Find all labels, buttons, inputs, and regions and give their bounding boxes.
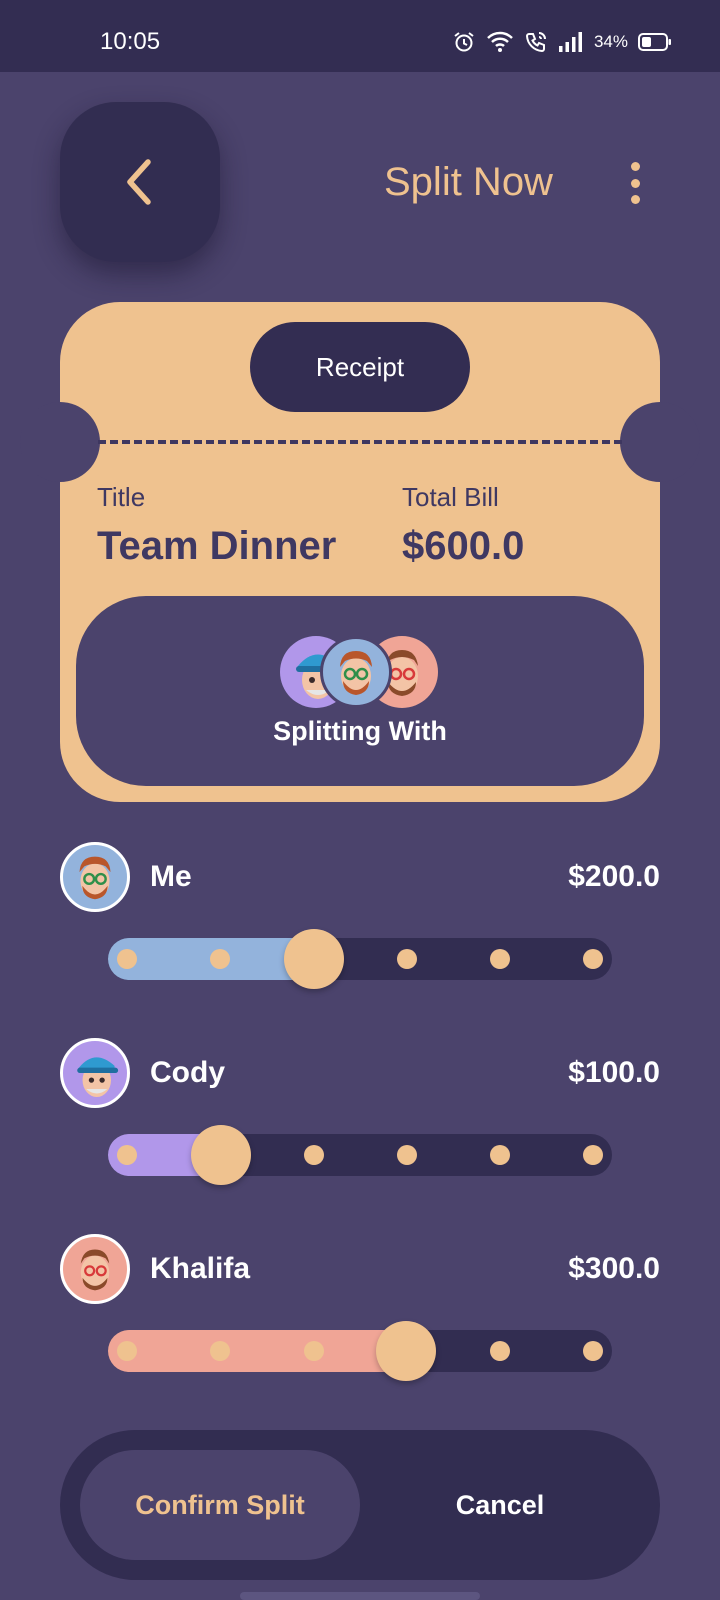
slider-step-dot — [490, 1341, 510, 1361]
signal-icon — [558, 32, 582, 52]
slider-step-dot — [117, 949, 137, 969]
wifi-icon — [487, 31, 513, 52]
avatar-stack — [280, 636, 440, 708]
cancel-button[interactable]: Cancel — [360, 1450, 640, 1560]
chevron-left-icon — [127, 159, 151, 205]
participant-row-cody: Cody $100.0 — [60, 1038, 660, 1188]
ticket-notch-left — [20, 402, 100, 482]
back-button[interactable] — [60, 102, 220, 262]
share-slider-khalifa[interactable] — [108, 1321, 612, 1381]
slider-step-dot — [397, 949, 417, 969]
slider-thumb[interactable] — [283, 929, 344, 989]
splitting-with-panel[interactable]: Splitting With — [76, 596, 644, 786]
avatar-khalifa — [60, 1234, 130, 1304]
title-value: Team Dinner — [97, 524, 337, 568]
slider-step-dot — [583, 949, 603, 969]
slider-thumb[interactable] — [376, 1321, 437, 1381]
dashed-divider — [98, 440, 622, 444]
more-menu-button[interactable] — [620, 162, 650, 204]
slider-step-dot — [304, 1145, 324, 1165]
participant-name: Me — [150, 860, 192, 893]
alarm-icon — [454, 32, 474, 52]
slider-step-dot — [490, 949, 510, 969]
slider-step-dot — [117, 1341, 137, 1361]
slider-step-dot — [210, 949, 230, 969]
total-bill-value: $600.0 — [402, 524, 525, 568]
participant-row-khalifa: Khalifa $300.0 — [60, 1234, 660, 1384]
battery-icon — [638, 33, 671, 51]
receipt-card: Receipt Title Team Dinner Total Bill $60… — [20, 302, 700, 802]
slider-step-dot — [583, 1145, 603, 1165]
slider-step-dot — [397, 1145, 417, 1165]
battery-percentage: 34% — [593, 32, 628, 51]
participant-amount: $300.0 — [568, 1252, 660, 1285]
status-icons: 34% — [452, 30, 672, 54]
receipt-tab[interactable]: Receipt — [250, 322, 470, 412]
total-bill-label: Total Bill — [402, 482, 499, 512]
more-vertical-icon — [630, 162, 640, 171]
slider-step-dot — [117, 1145, 137, 1165]
participant-amount: $100.0 — [568, 1056, 660, 1089]
splitting-with-label: Splitting With — [273, 716, 447, 746]
confirm-split-button[interactable]: Confirm Split — [80, 1450, 360, 1560]
ticket-notch-right — [620, 402, 700, 482]
share-slider-me[interactable] — [108, 929, 612, 989]
slider-step-dot — [583, 1341, 603, 1361]
title-label: Title — [97, 482, 146, 512]
slider-step-dot — [490, 1145, 510, 1165]
home-indicator[interactable] — [240, 1592, 480, 1600]
participant-row-me: Me $200.0 — [60, 842, 660, 992]
slider-step-dot — [210, 1341, 230, 1361]
page-title: Split Now — [384, 160, 553, 204]
avatar-me — [320, 636, 392, 708]
slider-thumb[interactable] — [191, 1125, 252, 1185]
participant-name: Cody — [150, 1056, 225, 1089]
participant-amount: $200.0 — [568, 860, 660, 893]
participant-name: Khalifa — [150, 1252, 251, 1285]
action-bar: Confirm Split Cancel — [60, 1430, 660, 1580]
share-slider-cody[interactable] — [108, 1125, 612, 1185]
avatar-me — [60, 842, 130, 912]
wifi-calling-icon — [525, 32, 546, 53]
slider-step-dot — [304, 1341, 324, 1361]
avatar-cody — [60, 1038, 130, 1108]
status-time: 10:05 — [100, 28, 161, 55]
status-bar: 10:05 34% — [0, 0, 720, 72]
